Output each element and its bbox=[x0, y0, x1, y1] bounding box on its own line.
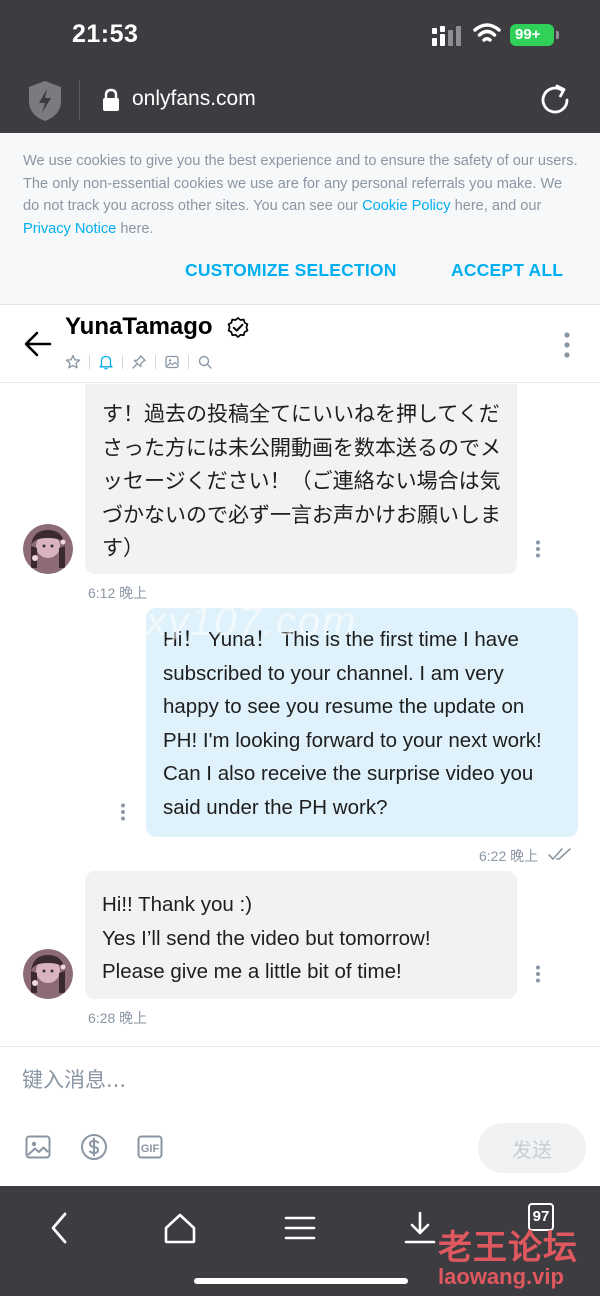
image-icon bbox=[165, 355, 179, 369]
signal-icon bbox=[432, 26, 461, 46]
site-watermark: 老王论坛 bbox=[438, 1228, 578, 1268]
search-icon bbox=[198, 355, 212, 369]
message-list: す！過去の投稿全てにいいねを押してくださった方には未公開動画を数本送るのでメッセ… bbox=[0, 384, 600, 1046]
cookie-text-part: here, and our bbox=[450, 198, 542, 215]
reload-icon[interactable] bbox=[538, 83, 572, 117]
message-timestamp: 6:12 晚上 bbox=[88, 585, 148, 601]
message-options-icon[interactable] bbox=[535, 965, 541, 983]
site-watermark-url: laowang.vip bbox=[438, 1264, 564, 1289]
star-icon bbox=[65, 354, 81, 369]
message-options-icon[interactable] bbox=[120, 803, 126, 821]
privacy-notice-link[interactable]: Privacy Notice bbox=[23, 221, 116, 237]
avatar[interactable] bbox=[23, 524, 73, 574]
notifications-tool[interactable] bbox=[95, 352, 117, 372]
menu-icon[interactable] bbox=[282, 1210, 318, 1246]
chat-tools bbox=[62, 351, 216, 373]
read-receipt-icon bbox=[548, 848, 571, 860]
avatar-image bbox=[23, 524, 73, 574]
tool-divider bbox=[188, 355, 189, 369]
message-composer: GIF 发送 bbox=[0, 1046, 600, 1186]
pin-tool[interactable] bbox=[128, 352, 150, 372]
dollar-icon[interactable] bbox=[80, 1133, 108, 1161]
address-divider bbox=[79, 80, 80, 120]
bell-icon bbox=[99, 355, 113, 370]
lock-icon bbox=[103, 88, 119, 111]
back-arrow-icon[interactable] bbox=[24, 331, 52, 357]
battery-indicator: 99+ bbox=[510, 24, 554, 46]
cookie-banner: We use cookies to give you the best expe… bbox=[0, 133, 600, 305]
download-icon[interactable] bbox=[402, 1210, 438, 1246]
gif-label: GIF bbox=[141, 1143, 160, 1155]
favorite-tool[interactable] bbox=[62, 352, 84, 372]
wifi-icon bbox=[473, 23, 501, 42]
message-timestamp: 6:28 晚上 bbox=[88, 1010, 148, 1026]
message-input[interactable] bbox=[22, 1065, 578, 1095]
send-button[interactable]: 发送 bbox=[478, 1123, 586, 1173]
nav-back-icon[interactable] bbox=[42, 1210, 78, 1246]
shield-icon[interactable] bbox=[27, 79, 63, 123]
outgoing-message[interactable]: Hi！ Yuna！ This is the first time I have … bbox=[146, 608, 578, 837]
gif-icon[interactable]: GIF bbox=[136, 1133, 164, 1161]
screen: 21:53 99+ onlyfans.com We use cookies to… bbox=[0, 0, 600, 1296]
tool-divider bbox=[122, 355, 123, 369]
avatar[interactable] bbox=[23, 949, 73, 999]
more-vertical-icon[interactable] bbox=[564, 332, 570, 358]
home-icon[interactable] bbox=[162, 1210, 198, 1246]
message-timestamp: 6:22 晚上 bbox=[479, 848, 539, 864]
message-text: Hi！ Yuna！ This is the first time I have … bbox=[163, 628, 542, 819]
search-tool[interactable] bbox=[194, 352, 216, 372]
verified-icon bbox=[227, 317, 249, 339]
home-indicator[interactable] bbox=[194, 1278, 408, 1284]
cookie-text: We use cookies to give you the best expe… bbox=[23, 150, 578, 240]
customize-selection-button[interactable]: CUSTOMIZE SELECTION bbox=[185, 260, 397, 281]
message-text: Hi!! Thank you :) Yes I’ll send the vide… bbox=[102, 893, 431, 984]
contact-name[interactable]: YunaTamago bbox=[65, 313, 213, 341]
pin-icon bbox=[132, 355, 146, 369]
cookie-policy-link[interactable]: Cookie Policy bbox=[362, 198, 450, 214]
accept-all-button[interactable]: ACCEPT ALL bbox=[451, 260, 563, 281]
address-bar-url[interactable]: onlyfans.com bbox=[132, 87, 256, 111]
message-text: す！過去の投稿全てにいいねを押してくださった方には未公開動画を数本送るのでメッセ… bbox=[102, 403, 501, 561]
tool-divider bbox=[155, 355, 156, 369]
message-options-icon[interactable] bbox=[535, 540, 541, 558]
chat-header: YunaTamago bbox=[0, 305, 600, 383]
incoming-message[interactable]: す！過去の投稿全てにいいねを押してくださった方には未公開動画を数本送るのでメッセ… bbox=[85, 384, 517, 574]
avatar-image bbox=[23, 949, 73, 999]
browser-top-chrome: 21:53 99+ onlyfans.com bbox=[0, 0, 600, 133]
tool-divider bbox=[89, 355, 90, 369]
cookie-text-part: here. bbox=[116, 220, 154, 237]
battery-nub bbox=[556, 31, 559, 39]
image-upload-icon[interactable] bbox=[24, 1133, 52, 1161]
incoming-message[interactable]: Hi!! Thank you :) Yes I’ll send the vide… bbox=[85, 871, 517, 999]
media-tool[interactable] bbox=[161, 352, 183, 372]
status-time: 21:53 bbox=[72, 20, 139, 48]
